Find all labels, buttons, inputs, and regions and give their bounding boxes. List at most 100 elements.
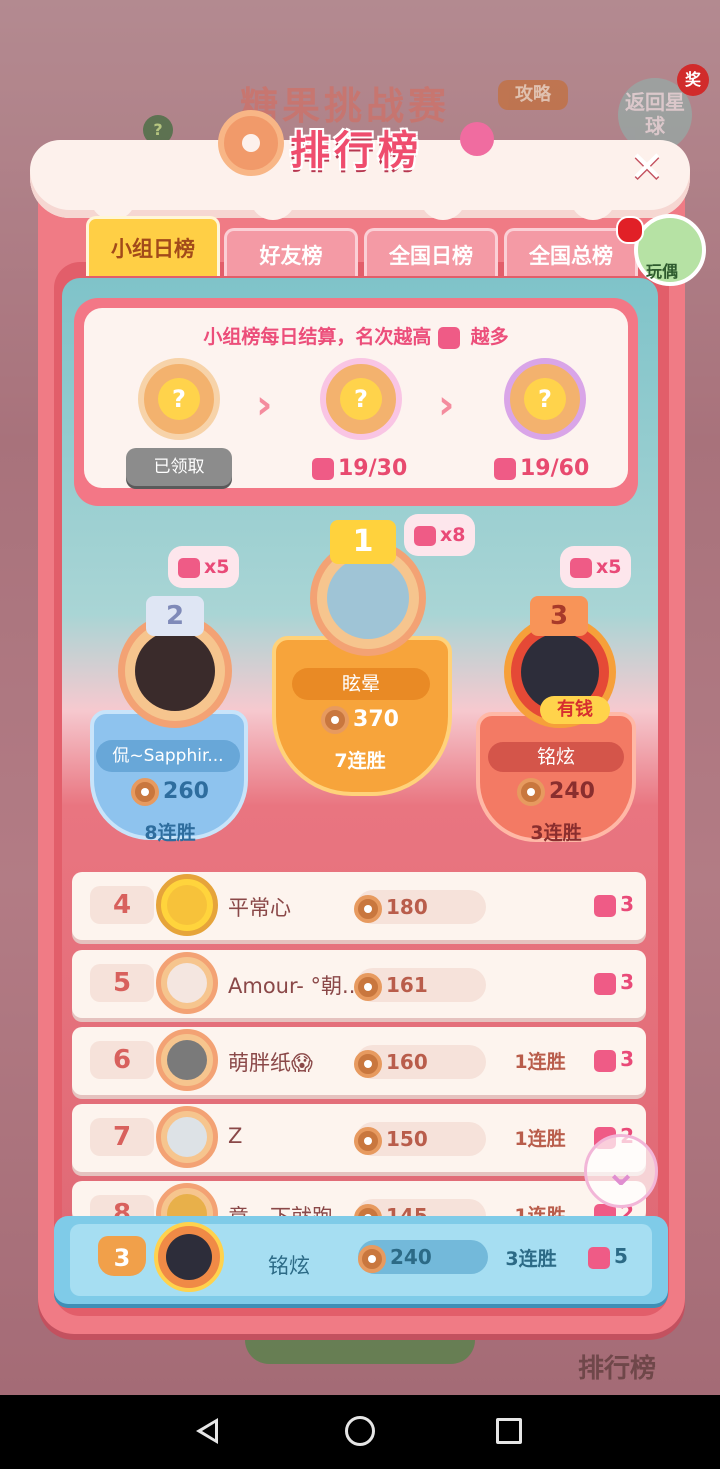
scroll-down-button[interactable]: ⌄	[584, 1134, 658, 1208]
row-score-value: 161	[386, 973, 428, 997]
row-reward-value: 3	[620, 970, 634, 994]
donut-icon	[354, 894, 382, 923]
puzzle-icon	[438, 326, 460, 349]
podium-1-name: 眩晕	[292, 668, 430, 700]
puzzle-icon	[312, 458, 334, 480]
self-score: 240	[358, 1240, 488, 1274]
row-reward: 3	[594, 970, 634, 995]
donut-icon	[321, 706, 350, 734]
puzzle-icon	[588, 1246, 610, 1269]
reward-info-text-main: 小组榜每日结算，名次越高	[203, 326, 432, 348]
row-rank: 4	[90, 886, 154, 924]
avatar-image	[167, 885, 207, 925]
row-name: Amour- °朝..	[228, 974, 356, 998]
table-row[interactable]: 8 意…下就跑 145 1连胜 2	[72, 1181, 646, 1221]
notification-dot	[616, 216, 644, 244]
row-score: 161	[354, 968, 486, 1002]
row-reward: 3	[594, 892, 634, 917]
podium-1-streak: 7连胜	[334, 750, 386, 772]
self-avatar[interactable]	[154, 1222, 224, 1292]
puzzle-icon	[594, 894, 617, 917]
puzzle-icon	[594, 1049, 617, 1072]
podium-2-crown: 2	[146, 596, 204, 636]
podium-1-score-value: 370	[353, 707, 399, 732]
puzzle-icon	[594, 972, 617, 995]
chevron-right-icon: ›	[438, 382, 455, 428]
row-name: Z	[228, 1124, 243, 1148]
donut-icon	[354, 972, 382, 1001]
podium-3-streak: 3连胜	[530, 822, 582, 844]
row-rank: 6	[90, 1041, 154, 1079]
chevron-right-icon: ›	[256, 382, 273, 428]
puzzle-icon	[494, 458, 516, 480]
avatar-image	[167, 963, 207, 1003]
toy-button-label: 玩偶	[646, 262, 679, 281]
table-row[interactable]: 4 平常心 180 3	[72, 872, 646, 940]
tab-group-daily[interactable]: 小组日榜	[86, 216, 220, 276]
row-score-value: 180	[386, 895, 428, 919]
row-avatar[interactable]	[156, 1106, 218, 1168]
podium-2-streak: 8连胜	[144, 822, 196, 844]
chest-progress-3-text: 19/60	[520, 456, 590, 481]
row-reward-value: 3	[620, 1047, 634, 1071]
podium-1-score: 370	[300, 706, 420, 734]
self-rank-crown: 3	[98, 1236, 146, 1276]
recent-apps-icon[interactable]	[496, 1418, 522, 1444]
reward-badge: 奖	[677, 64, 709, 96]
reward-chest-3[interactable]: ?	[504, 358, 586, 440]
self-name: 铭炫	[268, 1254, 310, 1278]
chest-progress-2-text: 19/30	[338, 456, 408, 481]
podium-1-crown: 1	[330, 520, 396, 564]
donut-icon	[354, 1049, 382, 1078]
tab-national-daily[interactable]: 全国日榜	[364, 228, 498, 276]
question-icon: ?	[158, 378, 200, 420]
podium-1-reward: x8	[440, 524, 466, 546]
self-streak: 3连胜	[505, 1248, 557, 1270]
table-row[interactable]: 7 Z 150 1连胜 2	[72, 1104, 646, 1172]
row-avatar[interactable]	[156, 952, 218, 1014]
self-reward-value: 5	[614, 1244, 628, 1268]
question-icon: ?	[340, 378, 382, 420]
podium-1-reward-bubble: x8	[404, 514, 476, 556]
reward-info-text-suffix: 越多	[470, 326, 509, 348]
question-icon: ?	[524, 378, 566, 420]
row-name: 萌胖纸😱	[228, 1051, 313, 1075]
row-avatar[interactable]	[156, 1029, 218, 1091]
podium-3-score-value: 240	[549, 779, 595, 804]
donut-icon	[358, 1244, 386, 1273]
reward-info-text: 小组榜每日结算，名次越高 越多	[84, 322, 628, 349]
chest-progress-2: 19/30	[312, 456, 407, 481]
puzzle-icon	[178, 557, 200, 578]
podium-2-score: 260	[110, 778, 230, 806]
home-icon[interactable]	[345, 1416, 375, 1446]
reward-chest-1[interactable]: ?	[138, 358, 220, 440]
guide-button[interactable]: 攻略	[498, 80, 568, 110]
row-rank: 7	[90, 1118, 154, 1156]
back-icon-inner	[202, 1423, 215, 1439]
row-rank: 5	[90, 964, 154, 1002]
row-score: 160	[354, 1045, 486, 1079]
claimed-button[interactable]: 已领取	[126, 448, 232, 486]
podium-3-reward-bubble: x5	[560, 546, 632, 588]
row-score-value: 150	[386, 1127, 428, 1151]
avatar-image	[135, 631, 215, 711]
table-row[interactable]: 6 萌胖纸😱 160 1连胜 3	[72, 1027, 646, 1095]
podium-2-reward: x5	[204, 556, 230, 578]
reward-chest-2[interactable]: ?	[320, 358, 402, 440]
close-button[interactable]: ✕	[626, 146, 668, 188]
row-score-value: 160	[386, 1050, 428, 1074]
donut-logo-icon	[218, 110, 284, 176]
row-reward-value: 3	[620, 892, 634, 916]
podium-2-name: 侃~Sapphir...	[96, 740, 240, 772]
puzzle-icon	[570, 557, 592, 578]
podium-3-name: 铭炫	[488, 742, 624, 772]
table-row[interactable]: 5 Amour- °朝.. 161 3	[72, 950, 646, 1018]
tab-friends[interactable]: 好友榜	[224, 228, 358, 276]
podium-2-reward-bubble: x5	[168, 546, 240, 588]
podium-3-rich-badge: 有钱	[540, 696, 610, 724]
podium-3-score: 240	[496, 778, 616, 806]
row-reward: 3	[594, 1047, 634, 1072]
row-avatar[interactable]	[156, 874, 218, 936]
donut-icon	[517, 778, 546, 806]
self-reward: 5	[588, 1244, 628, 1269]
